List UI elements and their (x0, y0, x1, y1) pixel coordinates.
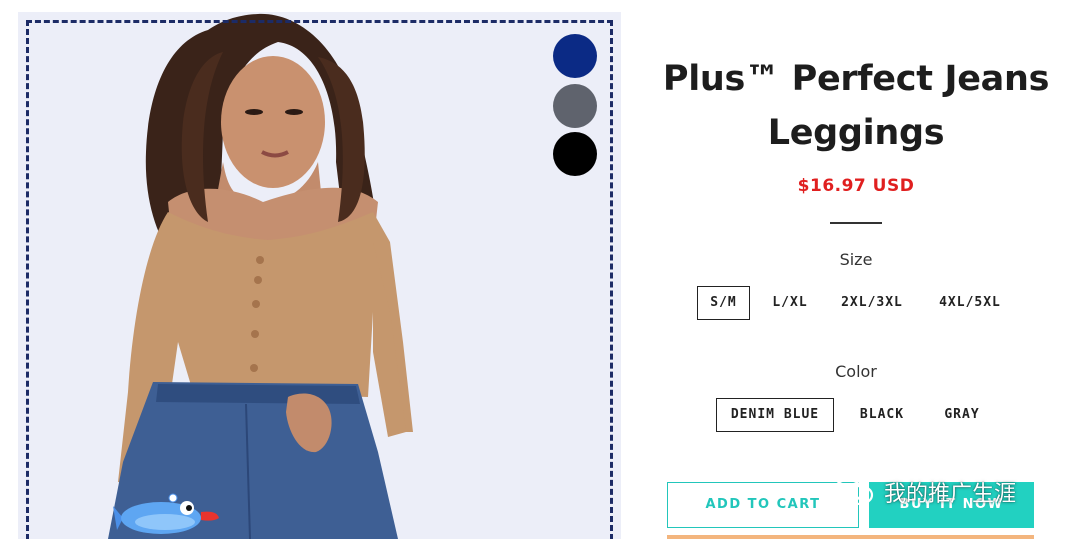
product-info-panel: Plus™ Perfect Jeans Leggings $16.97 USD … (640, 0, 1080, 539)
size-option-s-m[interactable]: S/M (697, 286, 750, 320)
watermark-text: 我的推广生涯 (884, 482, 1017, 507)
size-option-4xl-5xl[interactable]: 4XL/5XL (932, 286, 1008, 320)
product-title: Plus™ Perfect Jeans Leggings (662, 59, 1050, 153)
swatch-denim-blue[interactable] (553, 34, 597, 78)
watermark: 我的推广生涯 (832, 474, 1016, 510)
swatch-black[interactable] (553, 132, 597, 176)
size-label: Size (839, 250, 873, 269)
color-option-black[interactable]: BLACK (850, 398, 914, 432)
add-to-cart-button[interactable]: ADD TO CART (667, 482, 859, 528)
divider (830, 222, 882, 224)
product-photo (108, 13, 413, 539)
color-option-gray[interactable]: GRAY (934, 398, 990, 432)
wechat-icon (832, 478, 874, 506)
size-option-l-xl[interactable]: L/XL (765, 286, 815, 320)
swatch-gray[interactable] (553, 84, 597, 128)
color-option-denim-blue[interactable]: DENIM BLUE (716, 398, 834, 432)
fish-sticker-icon (113, 493, 219, 534)
product-image-gallery (18, 12, 621, 539)
color-label: Color (835, 362, 877, 381)
accent-bar (667, 535, 1034, 539)
size-option-2xl-3xl[interactable]: 2XL/3XL (836, 286, 908, 320)
product-price: $16.97 USD (797, 176, 915, 196)
